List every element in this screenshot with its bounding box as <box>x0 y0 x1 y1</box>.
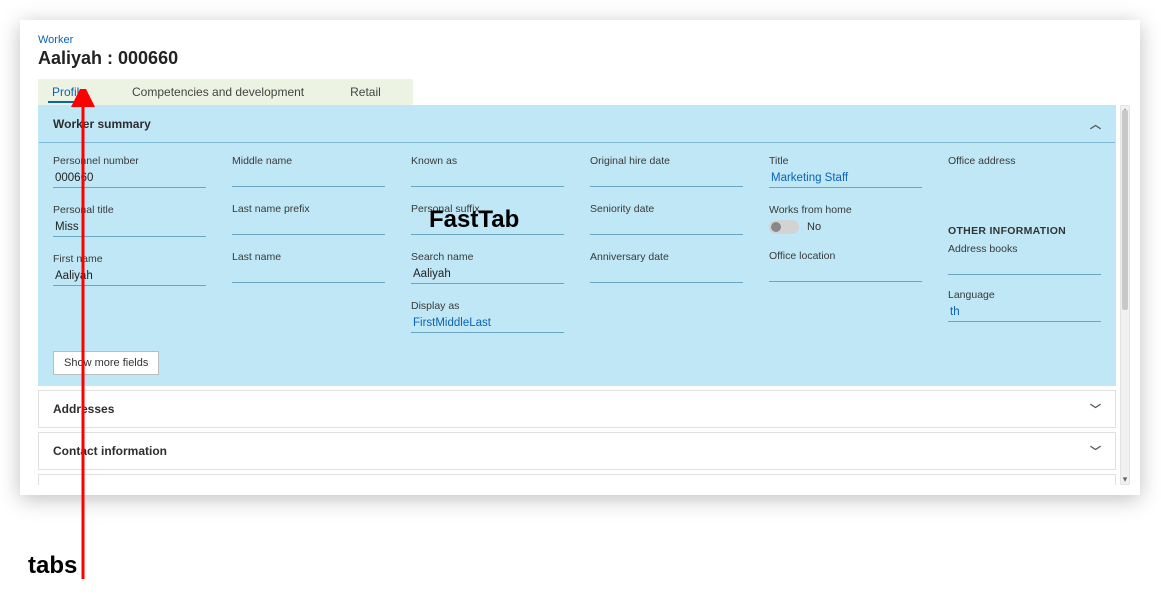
annotation-tabs-label: tabs <box>28 552 77 580</box>
last-name-prefix-label: Last name prefix <box>232 203 385 215</box>
display-as-field[interactable]: FirstMiddleLast <box>411 314 564 333</box>
address-books-label: Address books <box>948 243 1101 255</box>
fasttab-addresses: Addresses ﹀ <box>38 390 1116 428</box>
tabs-row: Profile Competencies and development Ret… <box>38 79 413 105</box>
personal-suffix-field[interactable] <box>411 217 564 235</box>
office-location-label: Office location <box>769 250 922 262</box>
fasttab-personal-information-header[interactable]: Personal information ﹀ <box>39 475 1115 485</box>
search-name-label: Search name <box>411 251 564 263</box>
personal-title-label: Personal title <box>53 204 206 216</box>
original-hire-date-field[interactable] <box>590 169 743 187</box>
worker-summary-grid: Personnel number 000660 Personal title M… <box>53 155 1101 333</box>
tab-retail[interactable]: Retail <box>336 79 395 105</box>
known-as-label: Known as <box>411 155 564 167</box>
fasttab-addresses-header[interactable]: Addresses ﹀ <box>39 391 1115 427</box>
known-as-field[interactable] <box>411 169 564 187</box>
breadcrumb[interactable]: Worker <box>38 34 1130 46</box>
works-from-home-toggle[interactable]: No <box>769 220 922 234</box>
fasttab-personal-information: Personal information ﹀ <box>38 474 1116 485</box>
seniority-date-label: Seniority date <box>590 203 743 215</box>
worker-form-window: Worker Aaliyah : 000660 Profile Competen… <box>20 20 1140 495</box>
chevron-up-icon: ︿ <box>1090 116 1101 132</box>
page-title: Aaliyah : 000660 <box>38 48 1130 69</box>
personnel-number-field[interactable]: 000660 <box>53 169 206 188</box>
fasttab-contact-information-title: Contact information <box>53 444 167 458</box>
fasttab-contact-information: Contact information ﹀ <box>38 432 1116 470</box>
office-address-field[interactable] <box>948 169 1101 209</box>
chevron-down-icon: ﹀ <box>1090 443 1101 459</box>
col-3: Known as Personal suffix Search name Aal… <box>411 155 564 333</box>
works-from-home-label: Works from home <box>769 204 922 216</box>
language-label: Language <box>948 289 1101 301</box>
other-information-header: OTHER INFORMATION <box>948 225 1101 237</box>
fasttab-scroll: Worker summary ︿ Personnel number 000660 <box>38 105 1116 485</box>
personal-suffix-label: Personal suffix <box>411 203 564 215</box>
personnel-number-label: Personnel number <box>53 155 206 167</box>
tab-competencies[interactable]: Competencies and development <box>118 79 318 105</box>
address-books-field[interactable] <box>948 257 1101 275</box>
first-name-label: First name <box>53 253 206 265</box>
scroll-down-icon[interactable]: ▾ <box>1121 474 1129 485</box>
middle-name-label: Middle name <box>232 155 385 167</box>
vertical-scrollbar[interactable]: ▴ ▾ <box>1120 105 1130 485</box>
last-name-field[interactable] <box>232 265 385 283</box>
tab-profile[interactable]: Profile <box>38 79 100 105</box>
first-name-field[interactable]: Aaliyah <box>53 267 206 286</box>
office-location-field[interactable] <box>769 264 922 282</box>
last-name-prefix-field[interactable] <box>232 217 385 235</box>
personal-title-field[interactable]: Miss <box>53 218 206 237</box>
display-as-label: Display as <box>411 300 564 312</box>
col-5: Title Marketing Staff Works from home No <box>769 155 922 282</box>
title-label: Title <box>769 155 922 167</box>
col-1: Personnel number 000660 Personal title M… <box>53 155 206 286</box>
language-field[interactable]: th <box>948 303 1101 322</box>
search-name-field[interactable]: Aaliyah <box>411 265 564 284</box>
toggle-pill-icon <box>769 220 799 234</box>
office-address-label: Office address <box>948 155 1101 167</box>
fasttab-worker-summary-title: Worker summary <box>53 117 151 131</box>
fasttab-worker-summary-header[interactable]: Worker summary ︿ <box>39 106 1115 143</box>
title-field[interactable]: Marketing Staff <box>769 169 922 188</box>
original-hire-date-label: Original hire date <box>590 155 743 167</box>
works-from-home-value: No <box>807 221 821 233</box>
fasttab-addresses-title: Addresses <box>53 402 114 416</box>
col-4: Original hire date Seniority date Annive… <box>590 155 743 283</box>
seniority-date-field[interactable] <box>590 217 743 235</box>
fasttab-contact-information-header[interactable]: Contact information ﹀ <box>39 433 1115 469</box>
content-area: Worker summary ︿ Personnel number 000660 <box>38 105 1130 485</box>
scrollbar-thumb[interactable] <box>1122 110 1128 310</box>
last-name-label: Last name <box>232 251 385 263</box>
anniversary-date-field[interactable] <box>590 265 743 283</box>
col-6: Office address OTHER INFORMATION Address… <box>948 155 1101 322</box>
anniversary-date-label: Anniversary date <box>590 251 743 263</box>
show-more-fields-button[interactable]: Show more fields <box>53 351 159 375</box>
fasttab-worker-summary: Worker summary ︿ Personnel number 000660 <box>38 105 1116 386</box>
chevron-down-icon: ﹀ <box>1090 401 1101 417</box>
middle-name-field[interactable] <box>232 169 385 187</box>
col-2: Middle name Last name prefix Last name <box>232 155 385 283</box>
fasttab-worker-summary-body: Personnel number 000660 Personal title M… <box>39 143 1115 385</box>
